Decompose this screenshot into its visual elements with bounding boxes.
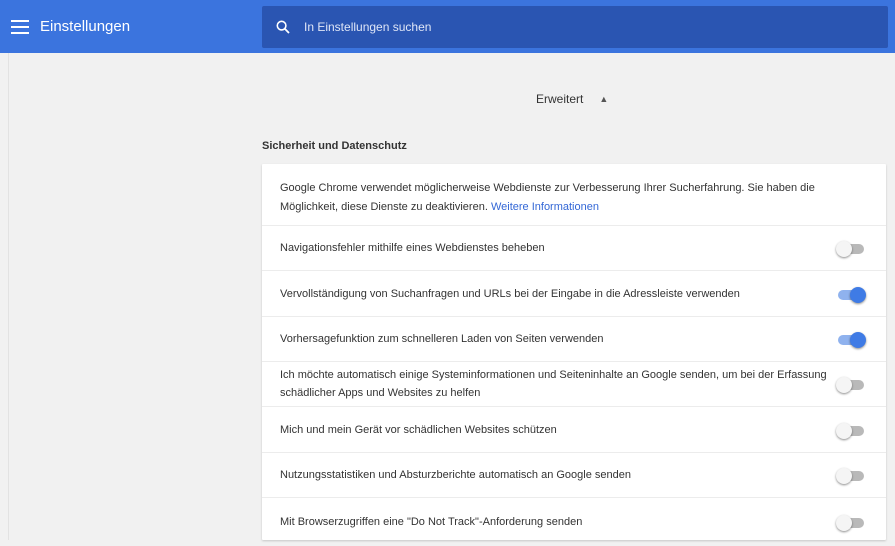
- setting-label: Nutzungsstatistiken und Absturzberichte …: [280, 469, 631, 481]
- setting-toggle[interactable]: [836, 376, 866, 393]
- toggle-knob: [836, 515, 852, 531]
- setting-toggle[interactable]: [836, 422, 866, 439]
- setting-toggle[interactable]: [836, 331, 866, 348]
- advanced-label: Erweitert: [536, 92, 584, 106]
- setting-row: Navigationsfehler mithilfe eines Webdien…: [262, 226, 886, 271]
- toggle-knob: [836, 377, 852, 393]
- setting-row: Mich und mein Gerät vor schädlichen Webs…: [262, 407, 886, 453]
- toggle-knob: [850, 286, 866, 303]
- caret-up-icon: ▲: [599, 94, 609, 104]
- toggle-knob: [836, 468, 852, 484]
- setting-row: Vorhersagefunktion zum schnelleren Laden…: [262, 317, 886, 362]
- search-input[interactable]: [304, 6, 888, 48]
- setting-toggle[interactable]: [836, 514, 866, 531]
- setting-row: Ich möchte automatisch einige Systeminfo…: [262, 362, 886, 407]
- page-title: Einstellungen: [40, 18, 131, 35]
- setting-label: Vorhersagefunktion zum schnelleren Laden…: [280, 333, 604, 345]
- setting-toggle[interactable]: [836, 240, 866, 257]
- toggle-knob: [836, 241, 852, 257]
- search-icon: [274, 18, 292, 36]
- setting-label: Ich möchte automatisch einige Systeminfo…: [280, 369, 827, 399]
- setting-row: Nutzungsstatistiken und Absturzberichte …: [262, 453, 886, 498]
- top-bar-left: Einstellungen: [0, 0, 260, 53]
- top-bar: Einstellungen: [0, 0, 895, 53]
- toggle-knob: [850, 332, 866, 348]
- setting-row: Mit Browserzugriffen eine "Do Not Track"…: [262, 498, 886, 546]
- setting-label: Mich und mein Gerät vor schädlichen Webs…: [280, 423, 557, 436]
- setting-label: Vervollständigung von Suchanfragen und U…: [280, 287, 740, 300]
- setting-toggle[interactable]: [836, 286, 866, 303]
- left-divider: [8, 53, 9, 540]
- intro-text-block: Google Chrome verwendet möglicherweise W…: [262, 164, 886, 226]
- setting-label: Navigationsfehler mithilfe eines Webdien…: [280, 242, 545, 254]
- advanced-toggle-button[interactable]: Erweitert ▲: [536, 90, 608, 108]
- hamburger-menu-icon[interactable]: [8, 15, 32, 39]
- section-title: Sicherheit und Datenschutz: [262, 140, 407, 152]
- setting-row: Vervollständigung von Suchanfragen und U…: [262, 271, 886, 317]
- privacy-settings-card: Google Chrome verwendet möglicherweise W…: [262, 164, 886, 540]
- setting-label: Mit Browserzugriffen eine "Do Not Track"…: [280, 516, 583, 528]
- learn-more-link[interactable]: Weitere Informationen: [491, 201, 599, 213]
- setting-toggle[interactable]: [836, 467, 866, 484]
- search-box[interactable]: [262, 6, 888, 48]
- toggle-knob: [836, 422, 852, 439]
